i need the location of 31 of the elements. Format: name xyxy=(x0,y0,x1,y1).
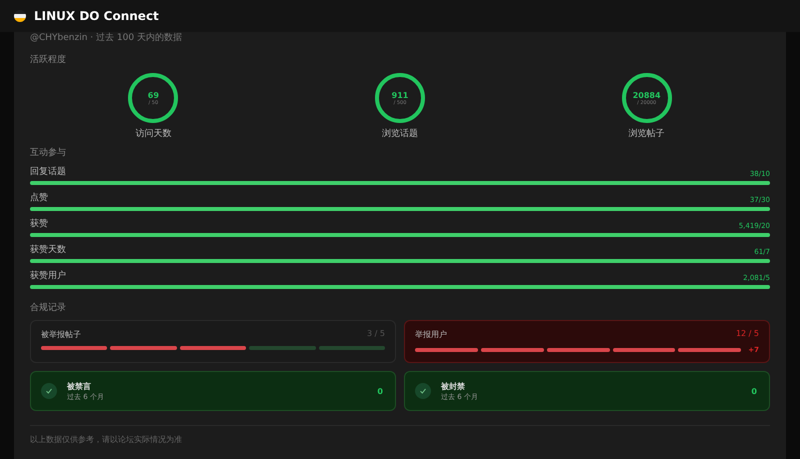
metric-label: 获赞天数 xyxy=(30,244,66,256)
ring-value: 911 xyxy=(392,90,408,100)
counter-count: 12 / 5 xyxy=(736,329,759,340)
ring-value: 69 xyxy=(148,90,159,100)
section-heading: 互动参与 xyxy=(30,146,67,159)
metric-label: 点赞 xyxy=(30,192,48,204)
progress-ring xyxy=(374,72,426,124)
metric-label: 获赞 xyxy=(30,218,48,230)
counter-label: 举报用户 xyxy=(415,329,447,340)
record-count: 0 xyxy=(377,386,383,396)
section-heading: 合规记录 xyxy=(30,302,67,314)
ring-label: 浏览帖子 xyxy=(628,128,665,140)
metric-label: 回复话题 xyxy=(30,166,66,178)
counter-label: 被举报帖子 xyxy=(41,329,81,340)
ring-label: 浏览话题 xyxy=(382,128,418,140)
ring-value: 20884 xyxy=(632,90,661,100)
check-icon xyxy=(41,383,57,399)
logo-icon xyxy=(14,10,26,22)
record-count: 0 xyxy=(751,386,757,396)
window-title: LINUX DO Connect xyxy=(34,9,159,23)
record-title: 被禁言 xyxy=(67,380,92,392)
progress-ring xyxy=(127,72,180,124)
ring-label: 访问天数 xyxy=(135,128,172,140)
progress-ring xyxy=(620,72,673,124)
counter-count: 3 / 5 xyxy=(367,329,385,340)
metric-label: 获赞用户 xyxy=(30,270,66,282)
check-icon xyxy=(415,383,431,399)
section-heading: 活跃程度 xyxy=(30,54,67,66)
record-title: 被封禁 xyxy=(441,380,466,392)
subtitle: @CHYbenzin · 过去 100 天内的数据 xyxy=(30,32,183,45)
footer-note: 以上数据仅供参考，请以论坛实际情况为准 xyxy=(30,434,183,445)
